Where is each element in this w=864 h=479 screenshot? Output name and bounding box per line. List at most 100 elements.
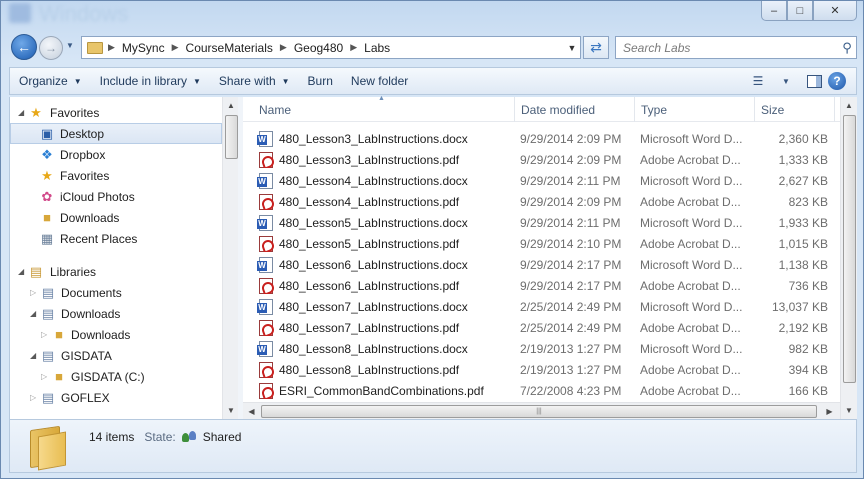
file-row[interactable]: 480_Lesson6_LabInstructions.docx 9/29/201…	[243, 254, 840, 275]
close-button[interactable]: ✕	[813, 1, 857, 21]
file-row[interactable]: 480_Lesson7_LabInstructions.docx 2/25/201…	[243, 296, 840, 317]
file-row[interactable]: 480_Lesson4_LabInstructions.docx 9/29/201…	[243, 170, 840, 191]
scroll-left-arrow-icon[interactable]: ◀	[243, 403, 260, 419]
nav-label: Downloads	[61, 306, 121, 321]
pdf-document-icon	[259, 151, 273, 168]
breadcrumb-item[interactable]: Labs	[362, 41, 392, 55]
collapse-arrow-icon[interactable]: ◢	[18, 108, 24, 117]
desktop-icon: ▣	[40, 125, 54, 141]
back-button[interactable]: ←	[11, 34, 37, 60]
file-type: Adobe Acrobat D...	[640, 194, 741, 209]
nav-libraries-header[interactable]: ◢ ▤ Libraries	[10, 261, 222, 282]
include-in-library-button[interactable]: Include in library ▼	[91, 69, 210, 93]
file-list-pane: ▲ Name Date modified Type Size 480_Lesso…	[243, 95, 857, 419]
help-icon[interactable]: ?	[828, 72, 846, 90]
sidebar-item-documents[interactable]: ▷ ▤ Documents	[10, 282, 222, 303]
include-in-library-label: Include in library	[99, 74, 187, 88]
column-header-date[interactable]: Date modified	[515, 97, 635, 122]
star-icon: ★	[41, 167, 53, 183]
view-options-button[interactable]: ☰	[744, 70, 772, 92]
file-name: 480_Lesson7_LabInstructions.docx	[279, 299, 468, 314]
scroll-up-arrow-icon[interactable]: ▲	[223, 97, 239, 114]
file-row[interactable]: 480_Lesson6_LabInstructions.pdf 9/29/2014…	[243, 275, 840, 296]
collapse-arrow-icon[interactable]: ◢	[30, 309, 36, 318]
file-row[interactable]: 480_Lesson5_LabInstructions.docx 9/29/201…	[243, 212, 840, 233]
search-box[interactable]: ⚲	[615, 36, 857, 59]
sidebar-item-downloads[interactable]: ■ Downloads	[10, 207, 222, 228]
file-date: 9/29/2014 2:10 PM	[520, 236, 622, 251]
word-document-icon	[257, 256, 273, 273]
share-with-button[interactable]: Share with ▼	[210, 69, 299, 93]
breadcrumb-item[interactable]: MySync	[120, 41, 167, 55]
scroll-up-arrow-icon[interactable]: ▲	[841, 97, 857, 114]
expand-arrow-icon[interactable]: ▷	[41, 330, 47, 339]
sidebar-item-library-downloads[interactable]: ◢ ▤ Downloads	[10, 303, 222, 324]
collapse-arrow-icon[interactable]: ◢	[18, 267, 24, 276]
scroll-down-arrow-icon[interactable]: ▼	[223, 402, 239, 419]
nav-label: iCloud Photos	[60, 189, 135, 204]
refresh-button[interactable]: ⇄	[583, 36, 609, 59]
horizontal-scrollbar[interactable]: ◀ ||| ▶	[243, 402, 840, 419]
file-name-cell: ESRI_CommonBandCombinations.pdf	[243, 382, 515, 399]
file-name: 480_Lesson6_LabInstructions.pdf	[279, 278, 460, 293]
file-name-cell: 480_Lesson7_LabInstructions.pdf	[243, 319, 515, 336]
collapse-arrow-icon[interactable]: ◢	[30, 351, 36, 360]
file-row[interactable]: 480_Lesson4_LabInstructions.pdf 9/29/2014…	[243, 191, 840, 212]
scrollbar-thumb[interactable]	[225, 115, 238, 159]
pdf-document-icon	[259, 361, 273, 378]
breadcrumb[interactable]: ▶ MySync ▶ CourseMaterials ▶ Geog480 ▶ L…	[81, 36, 581, 59]
sidebar-item-gisdata[interactable]: ◢ ▤ GISDATA	[10, 345, 222, 366]
file-row[interactable]: 480_Lesson8_LabInstructions.docx 2/19/201…	[243, 338, 840, 359]
new-folder-button[interactable]: New folder	[342, 69, 417, 93]
file-row[interactable]: ESRI_CommonBandCombinations.pdf 7/22/2008…	[243, 380, 840, 401]
caption-buttons: – □ ✕	[761, 1, 857, 21]
forward-button[interactable]: →	[39, 36, 63, 60]
column-header-size[interactable]: Size	[755, 97, 835, 122]
file-row[interactable]: 480_Lesson5_LabInstructions.pdf 9/29/2014…	[243, 233, 840, 254]
breadcrumb-item[interactable]: Geog480	[292, 41, 345, 55]
file-list: 480_Lesson3_LabInstructions.docx 9/29/201…	[243, 128, 840, 401]
organize-button[interactable]: Organize ▼	[10, 69, 91, 93]
expand-arrow-icon[interactable]: ▷	[30, 288, 36, 297]
breadcrumb-item[interactable]: CourseMaterials	[184, 41, 275, 55]
file-size: 2,192 KB	[778, 320, 828, 335]
burn-button[interactable]: Burn	[299, 69, 342, 93]
recent-pages-dropdown[interactable]: ▼	[66, 41, 74, 50]
breadcrumb-separator-icon[interactable]: ▶	[103, 42, 120, 53]
column-header-type[interactable]: Type	[635, 97, 755, 122]
sidebar-item-icloud-photos[interactable]: ✿ iCloud Photos	[10, 186, 222, 207]
maximize-button[interactable]: □	[787, 1, 813, 21]
file-row[interactable]: 480_Lesson8_LabInstructions.pdf 2/19/2013…	[243, 359, 840, 380]
sidebar-item-goflex[interactable]: ▷ ▤ GOFLEX	[10, 387, 222, 408]
breadcrumb-separator-icon[interactable]: ▶	[345, 42, 362, 53]
file-row[interactable]: 480_Lesson3_LabInstructions.docx 9/29/201…	[243, 128, 840, 149]
nav-favorites-header[interactable]: ◢ ★ Favorites	[10, 102, 222, 123]
address-dropdown-icon[interactable]: ▼	[564, 43, 580, 53]
navigation-scrollbar[interactable]: ▲ ▼	[222, 97, 239, 419]
scrollbar-thumb[interactable]	[843, 115, 856, 383]
sidebar-item-desktop[interactable]: ▣ Desktop	[10, 123, 222, 144]
file-list-scrollbar[interactable]: ▲ ▼	[840, 97, 857, 419]
sidebar-item-recent-places[interactable]: ▦ Recent Places	[10, 228, 222, 249]
search-icon[interactable]: ⚲	[838, 40, 856, 56]
file-row[interactable]: 480_Lesson3_LabInstructions.pdf 9/29/2014…	[243, 149, 840, 170]
search-input[interactable]	[616, 40, 838, 55]
preview-pane-button[interactable]	[800, 70, 828, 92]
navigation-tree: ◢ ★ Favorites ▣ Desktop ❖ Dropbox ★ Favo…	[10, 102, 222, 408]
file-name-cell: 480_Lesson4_LabInstructions.docx	[243, 172, 515, 189]
column-header-name[interactable]: ▲ Name	[243, 95, 515, 122]
minimize-button[interactable]: –	[761, 1, 787, 21]
expand-arrow-icon[interactable]: ▷	[30, 393, 36, 402]
scrollbar-thumb[interactable]: |||	[261, 405, 817, 418]
sidebar-item-downloads-subfolder[interactable]: ▷ ■ Downloads	[10, 324, 222, 345]
expand-arrow-icon[interactable]: ▷	[41, 372, 47, 381]
sidebar-item-favorites[interactable]: ★ Favorites	[10, 165, 222, 186]
scroll-down-arrow-icon[interactable]: ▼	[841, 402, 857, 419]
breadcrumb-separator-icon[interactable]: ▶	[167, 42, 184, 53]
scroll-right-arrow-icon[interactable]: ▶	[821, 403, 838, 419]
file-row[interactable]: 480_Lesson7_LabInstructions.pdf 2/25/2014…	[243, 317, 840, 338]
breadcrumb-separator-icon[interactable]: ▶	[275, 42, 292, 53]
sidebar-item-dropbox[interactable]: ❖ Dropbox	[10, 144, 222, 165]
view-dropdown-button[interactable]: ▼	[772, 70, 800, 92]
sidebar-item-gisdata-c[interactable]: ▷ ■ GISDATA (C:)	[10, 366, 222, 387]
